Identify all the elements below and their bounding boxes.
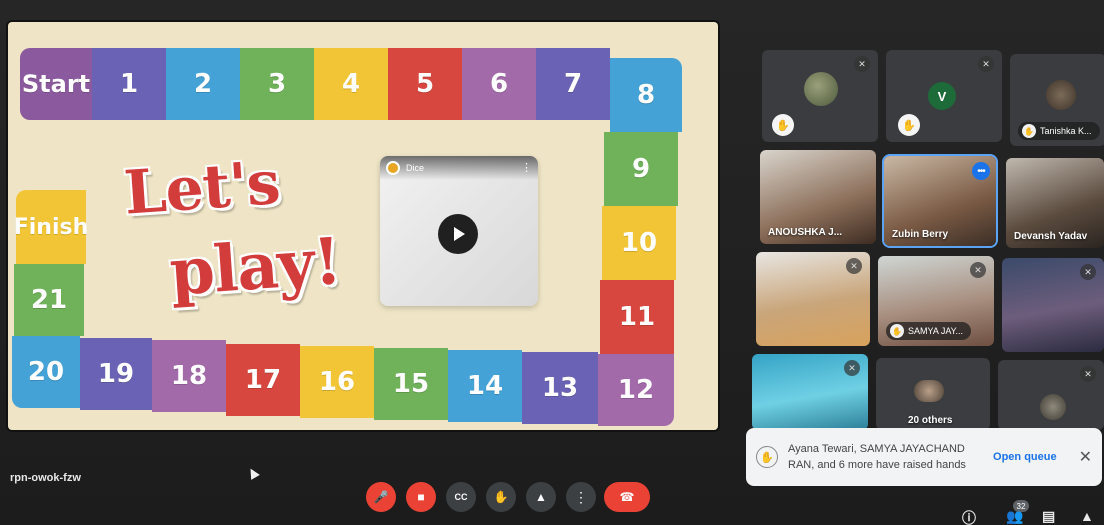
board-tile-21: 21 [14, 264, 84, 336]
participant-tile[interactable]: ✕ [756, 252, 870, 346]
board-tile-15: 15 [374, 348, 448, 420]
participant-tile[interactable]: ✋ Tanishka K... [1010, 54, 1104, 146]
participant-name: ✋ SAMYA JAY... [886, 322, 972, 340]
participant-tile[interactable]: V ✕ ✋ [886, 50, 1002, 142]
video-header: Dice [380, 156, 538, 180]
board-tile-6: 6 [462, 48, 536, 120]
mic-off-icon: ✕ [978, 56, 994, 72]
raised-hands-notification: ✋ Ayana Tewari, SAMYA JAYACHAND RAN, and… [746, 428, 1102, 486]
dice-video-player[interactable]: Dice ⋮ [380, 156, 538, 306]
board-tile-14: 14 [448, 350, 522, 422]
board-tile-16: 16 [300, 346, 374, 418]
board-tile-9: 9 [604, 132, 678, 206]
board-start-tile: Start [20, 48, 92, 120]
captions-button[interactable]: CC [446, 482, 476, 512]
board-tile-5: 5 [388, 48, 462, 120]
board-tile-8: 8 [610, 58, 682, 132]
leave-call-button[interactable]: ☎ [604, 482, 650, 512]
hand-icon: ✋ [493, 490, 509, 504]
participant-name: Devansh Yadav [1014, 231, 1088, 242]
phone-hangup-icon: ☎ [619, 490, 635, 504]
board-tile-11: 11 [600, 280, 674, 354]
participant-tile[interactable]: ✕ [752, 354, 868, 430]
captions-icon: CC [454, 492, 468, 502]
mic-off-icon: 🎤 [373, 490, 389, 504]
avatar [1046, 80, 1076, 110]
title-line-2: play! [167, 223, 344, 311]
title-line-1: Let's [121, 148, 282, 229]
board-tile-13: 13 [522, 352, 598, 424]
more-options-button[interactable]: ⋮ [566, 482, 596, 512]
raised-hand-icon: ✋ [1022, 124, 1036, 138]
meeting-code: rpn-owok-fzw [10, 472, 81, 484]
raise-hand-button[interactable]: ✋ [486, 482, 516, 512]
participant-tile[interactable]: ✕ [1002, 258, 1104, 352]
participant-tile[interactable]: ✕ ✋ SAMYA JAY... [878, 256, 994, 346]
board-tile-10: 10 [602, 206, 676, 280]
board-tile-1: 1 [92, 48, 166, 120]
mic-off-icon: ✕ [854, 56, 870, 72]
camera-off-button[interactable]: ■ [406, 482, 436, 512]
participant-name: 20 others [908, 415, 953, 426]
participant-name-text: Tanishka K... [1040, 126, 1092, 136]
mic-off-icon: ✕ [844, 360, 860, 376]
more-vert-icon: ⋮ [574, 488, 588, 505]
video-title: Dice [406, 163, 425, 173]
lets-play-title: Let's play! [112, 145, 343, 339]
people-icon[interactable]: 👥 [1006, 508, 1023, 525]
open-queue-button[interactable]: Open queue [993, 451, 1057, 463]
chat-icon[interactable]: ▤ [1042, 508, 1055, 525]
raised-hand-icon: ✋ [898, 114, 920, 136]
channel-logo-icon [386, 161, 400, 175]
participant-name: ✋ Tanishka K... [1018, 122, 1100, 140]
board-tile-20: 20 [12, 336, 80, 408]
close-icon[interactable]: ✕ [1079, 447, 1092, 467]
board-tile-7: 7 [536, 48, 610, 120]
raised-hand-icon: ✋ [756, 446, 778, 468]
info-icon[interactable]: ⓘ [962, 508, 976, 525]
board-tile-19: 19 [80, 338, 152, 410]
mic-off-button[interactable]: 🎤 [366, 482, 396, 512]
meet-window: Start 1 2 3 4 5 6 7 8 9 10 11 12 13 14 1… [0, 0, 1104, 525]
notification-text: Ayana Tewari, SAMYA JAYACHAND RAN, and 6… [788, 443, 966, 471]
board-tile-12: 12 [598, 354, 674, 426]
board-tile-4: 4 [314, 48, 388, 120]
avatar [914, 380, 944, 402]
avatar [1040, 394, 1066, 420]
board-tile-3: 3 [240, 48, 314, 120]
participant-tile[interactable]: 20 others [876, 358, 990, 430]
present-button[interactable]: ▲ [526, 482, 556, 512]
raised-hand-icon: ✋ [890, 324, 904, 338]
mouse-cursor-icon [246, 466, 260, 480]
board-tile-2: 2 [166, 48, 240, 120]
mic-off-icon: ✕ [970, 262, 986, 278]
activities-icon[interactable]: ▲ [1080, 508, 1094, 524]
present-screen-icon: ▲ [535, 490, 547, 504]
participant-name: ANOUSHKA J... [768, 227, 843, 238]
avatar [804, 72, 838, 106]
participant-name-text: SAMYA JAY... [908, 326, 964, 336]
participant-tile[interactable]: ✕ ✋ [762, 50, 878, 142]
participant-tile[interactable]: ✕ [998, 360, 1104, 430]
mic-off-icon: ✕ [846, 258, 862, 274]
board-tile-18: 18 [152, 340, 226, 412]
camera-off-icon: ■ [417, 490, 425, 504]
participant-tile[interactable]: Devansh Yadav [1006, 158, 1104, 248]
presentation-slide: Start 1 2 3 4 5 6 7 8 9 10 11 12 13 14 1… [8, 22, 718, 430]
more-options-icon[interactable]: ••• [972, 162, 990, 180]
mic-off-icon: ✕ [1080, 366, 1096, 382]
play-button[interactable] [438, 214, 478, 254]
participant-tile[interactable]: ANOUSHKA J... [760, 150, 876, 244]
more-vert-icon[interactable]: ⋮ [521, 161, 532, 174]
board-finish-tile: Finish [14, 190, 88, 264]
participant-tile[interactable]: ••• Zubin Berry [884, 156, 996, 246]
participant-name: Zubin Berry [892, 229, 949, 240]
avatar: V [928, 82, 956, 110]
mic-off-icon: ✕ [1080, 264, 1096, 280]
board-tile-17: 17 [226, 344, 300, 416]
raised-hand-icon: ✋ [772, 114, 794, 136]
